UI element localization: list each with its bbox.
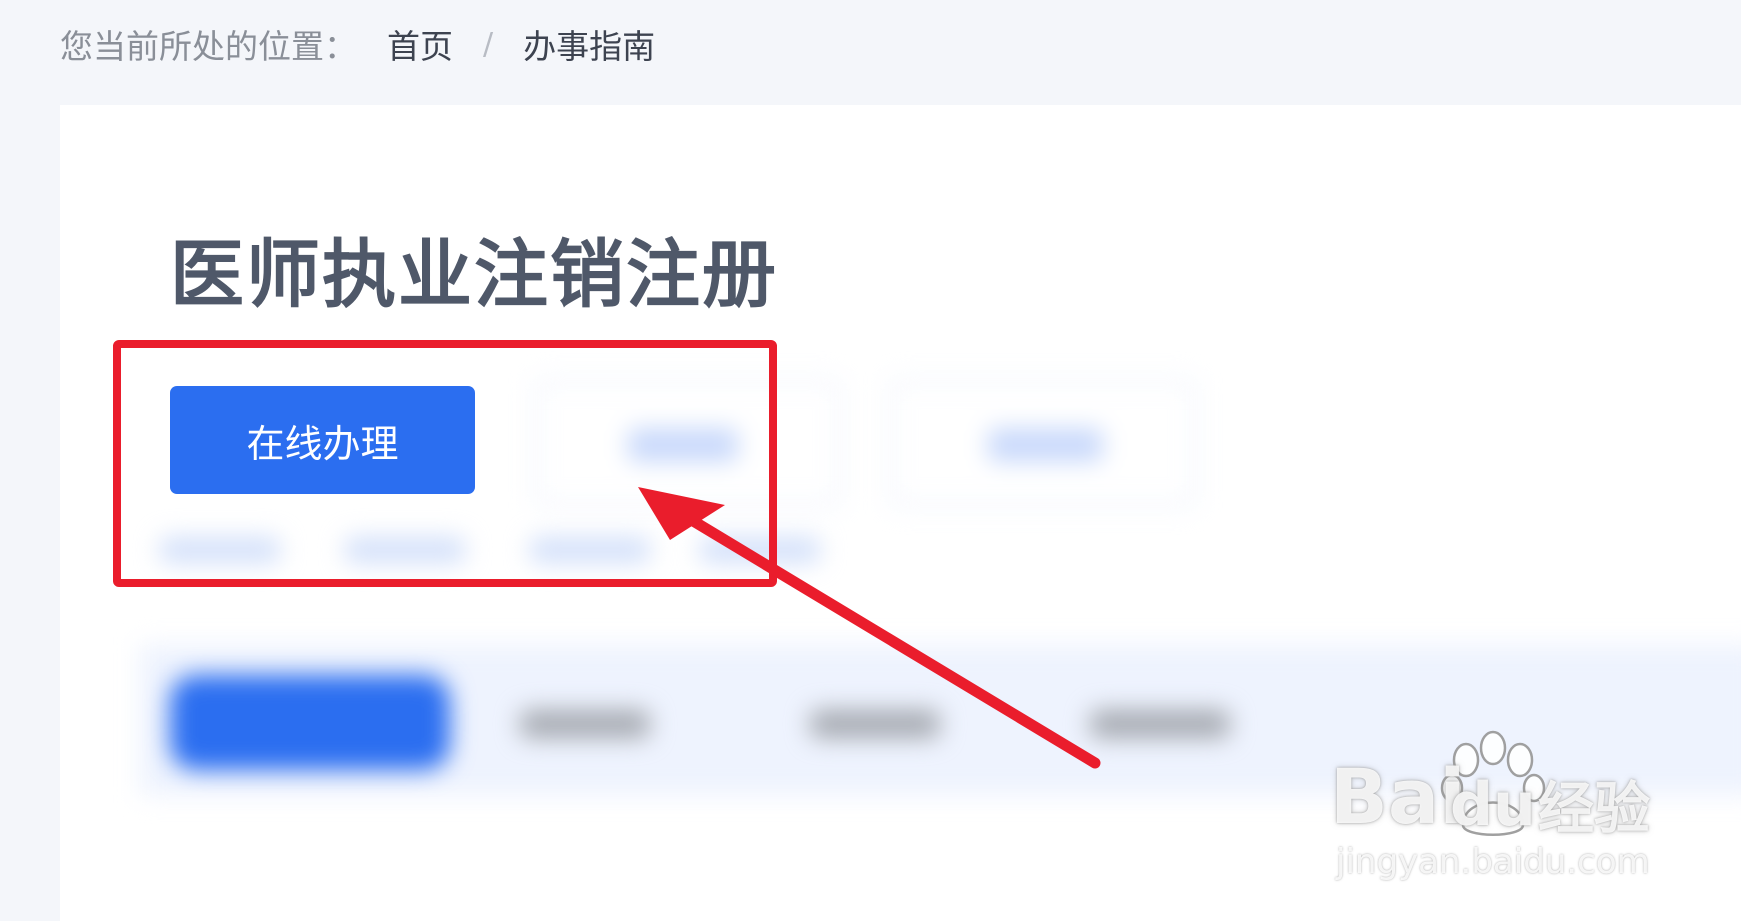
page-title: 医师执业注销注册: [170, 232, 778, 318]
breadcrumb-current: 办事指南: [523, 27, 656, 66]
blurred-secondary-button[interactable]: [890, 380, 1196, 506]
watermark-suffix: 经验: [1538, 777, 1650, 842]
watermark-brand-du: du: [1450, 770, 1536, 840]
breadcrumb-prefix: 您当前所处的位置：: [60, 27, 357, 66]
blurred-tab[interactable]: [1090, 710, 1230, 738]
baidu-jingyan-watermark: Bai du 经验 jingyan.baidu.com: [1330, 730, 1730, 890]
annotation-highlight-box: [113, 340, 777, 587]
blurred-tab[interactable]: [810, 710, 940, 738]
watermark-brand: Bai: [1330, 752, 1466, 841]
watermark-url: jingyan.baidu.com: [1336, 842, 1650, 882]
breadcrumb-home-link[interactable]: 首页: [387, 20, 453, 68]
breadcrumb: 您当前所处的位置： 首页 / 办事指南: [60, 20, 656, 68]
blurred-active-tab[interactable]: [170, 675, 450, 770]
blurred-tab[interactable]: [520, 710, 650, 738]
breadcrumb-separator: /: [483, 26, 494, 62]
